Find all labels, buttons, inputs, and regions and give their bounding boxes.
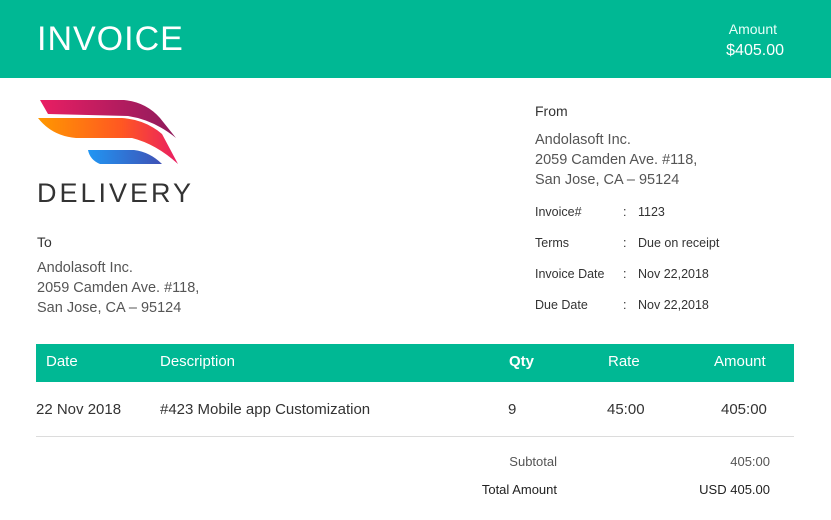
total-amount-value: USD 405.00 [699, 482, 770, 497]
to-company: Andolasoft Inc. [37, 260, 133, 276]
row-description: #423 Mobile app Customization [160, 401, 371, 418]
from-label: From [535, 103, 568, 119]
meta-key: Invoice# [535, 205, 582, 219]
meta-value: Nov 22,2018 [638, 298, 709, 312]
row-amount: 405:00 [721, 401, 767, 418]
subtotal-value: 405:00 [730, 454, 770, 469]
from-street: 2059 Camden Ave. #118, [535, 152, 698, 168]
meta-colon: : [623, 267, 627, 281]
subtotal-label: Subtotal [509, 454, 557, 469]
meta-value: Due on receipt [638, 236, 720, 250]
meta-value: Nov 22,2018 [638, 267, 709, 281]
meta-due-date: Due Date : Nov 22,2018 [535, 298, 805, 316]
from-company: Andolasoft Inc. [535, 132, 631, 148]
invoice-title: INVOICE [37, 20, 184, 58]
meta-key: Due Date [535, 298, 588, 312]
row-qty: 9 [508, 401, 517, 418]
to-address: Andolasoft Inc. 2059 Camden Ave. #118, S… [37, 258, 199, 318]
meta-key: Invoice Date [535, 267, 605, 281]
meta-colon: : [623, 298, 627, 312]
invoice-header: INVOICE Amount $405.00 [0, 0, 831, 78]
column-header-qty: Qty [509, 353, 535, 370]
column-header-rate: Rate [608, 353, 640, 370]
brand-name: DELIVERY [37, 178, 195, 208]
delivery-wing-logo-icon [38, 100, 178, 164]
items-table-header: Date Description Qty Rate Amount [36, 344, 794, 382]
total-amount-label: Total Amount [481, 482, 557, 497]
to-street: 2059 Camden Ave. #118, [37, 280, 200, 296]
to-city: San Jose, CA – 95124 [37, 300, 182, 316]
column-header-date: Date [46, 353, 78, 370]
meta-terms: Terms : Due on receipt [535, 236, 805, 254]
header-amount-label: Amount [728, 21, 777, 37]
from-address: Andolasoft Inc. 2059 Camden Ave. #118, S… [535, 130, 697, 190]
table-row: 22 Nov 2018 #423 Mobile app Customizatio… [36, 383, 794, 437]
row-date: 22 Nov 2018 [36, 401, 122, 418]
header-amount-value: $405.00 [726, 42, 784, 59]
meta-invoice-number: Invoice# : 1123 [535, 205, 805, 223]
meta-value: 1123 [638, 205, 665, 219]
meta-invoice-date: Invoice Date : Nov 22,2018 [535, 267, 805, 285]
from-city: San Jose, CA – 95124 [535, 172, 680, 188]
to-label: To [37, 234, 52, 250]
meta-colon: : [623, 205, 627, 219]
row-rate: 45:00 [607, 401, 645, 418]
meta-key: Terms [535, 236, 570, 250]
column-header-description: Description [160, 353, 236, 370]
column-header-amount: Amount [714, 353, 766, 370]
meta-colon: : [623, 236, 627, 250]
